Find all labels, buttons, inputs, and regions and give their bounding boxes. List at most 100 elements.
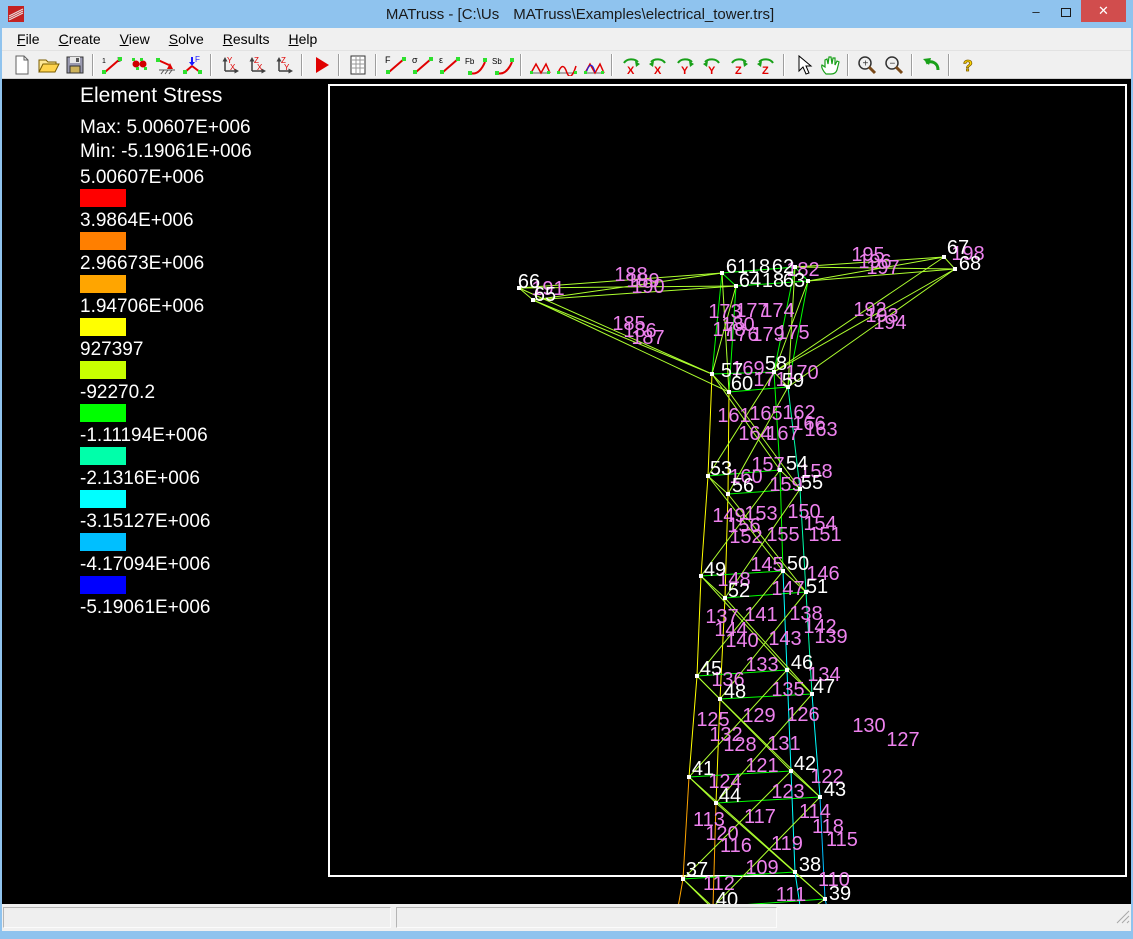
- toolbar-separator: [911, 54, 913, 76]
- resize-grip[interactable]: [1116, 910, 1130, 929]
- legend-color-swatch: [80, 232, 126, 250]
- menu-solve[interactable]: Solve: [162, 29, 211, 49]
- save-file-button[interactable]: [61, 53, 88, 77]
- rotate-z-ccw-icon: Z: [754, 54, 778, 76]
- menu-view[interactable]: View: [113, 29, 157, 49]
- svg-text:?: ?: [963, 58, 973, 75]
- status-pane-1: [3, 907, 391, 928]
- result-force-button[interactable]: F: [381, 53, 408, 77]
- create-support-button[interactable]: [152, 53, 179, 77]
- toolbar-separator: [520, 54, 522, 76]
- solve-button[interactable]: [307, 53, 334, 77]
- show-both-button[interactable]: [580, 53, 607, 77]
- svg-text:X: X: [627, 65, 635, 76]
- node-dot: [823, 897, 827, 901]
- legend-color-swatch: [80, 404, 126, 422]
- zoom-out-button[interactable]: −: [880, 53, 907, 77]
- rotate-y-cw-button[interactable]: Y: [671, 53, 698, 77]
- open-file-button[interactable]: [34, 53, 61, 77]
- show-deformed-icon: [555, 54, 579, 76]
- rotate-y-cw-icon: Y: [673, 54, 697, 76]
- legend-value: -92270.2: [80, 383, 330, 403]
- view-zx-button[interactable]: ZX: [243, 53, 270, 77]
- minimize-button[interactable]: –: [1021, 0, 1051, 22]
- svg-text:X: X: [257, 63, 263, 72]
- toolbar-separator: [611, 54, 613, 76]
- create-node-button[interactable]: [125, 53, 152, 77]
- legend-color-swatch: [80, 275, 126, 293]
- legend-value: -1.11194E+006: [80, 426, 330, 446]
- rotate-x-cw-icon: X: [619, 54, 643, 76]
- view-zy-button[interactable]: ZY: [270, 53, 297, 77]
- window-title-right: MATruss\Examples\electrical_tower.trs]: [513, 6, 774, 23]
- rotate-x-cw-button[interactable]: X: [617, 53, 644, 77]
- window-title-left: MATruss - [C:\Us: [386, 6, 499, 23]
- rotate-z-cw-button[interactable]: Z: [725, 53, 752, 77]
- result-buckling-s-button[interactable]: Sb: [489, 53, 516, 77]
- legend-max: Max: 5.00607E+006: [80, 116, 330, 140]
- svg-text:Y: Y: [708, 65, 716, 76]
- help-icon: ?: [957, 54, 979, 76]
- result-buckling-f-icon: Fb: [464, 54, 488, 76]
- result-strain-button[interactable]: ε: [435, 53, 462, 77]
- undo-button[interactable]: [917, 53, 944, 77]
- view-yx-button[interactable]: YX: [216, 53, 243, 77]
- menu-file[interactable]: File: [10, 29, 47, 49]
- toolbar: 12FYXZXZYFσεFbSbXXYYZZ+−?: [2, 51, 1131, 79]
- title-bar: MATruss - [C:\Us MATruss\Examples\electr…: [0, 0, 1133, 28]
- window-frame-bottom: [0, 931, 1133, 939]
- help-button[interactable]: ?: [954, 53, 981, 77]
- create-load-button[interactable]: F: [179, 53, 206, 77]
- select-button[interactable]: [789, 53, 816, 77]
- client-area: Element Stress Max: 5.00607E+006 Min: -5…: [2, 79, 1131, 904]
- zoom-in-button[interactable]: +: [853, 53, 880, 77]
- legend-value: 927397: [80, 340, 330, 360]
- rotate-z-ccw-button[interactable]: Z: [752, 53, 779, 77]
- svg-text:X: X: [230, 63, 236, 72]
- pan-button[interactable]: [816, 53, 843, 77]
- create-node-icon: [127, 54, 151, 76]
- legend-color-swatch: [80, 533, 126, 551]
- maximize-button[interactable]: [1051, 0, 1081, 22]
- toolbar-separator: [210, 54, 212, 76]
- rotate-z-cw-icon: Z: [727, 54, 751, 76]
- zoom-out-icon: −: [882, 54, 906, 76]
- select-icon: [793, 54, 813, 76]
- close-button[interactable]: ✕: [1081, 0, 1126, 22]
- svg-text:F: F: [195, 55, 200, 64]
- legend-value: -5.19061E+006: [80, 598, 330, 618]
- drawing-viewport[interactable]: [328, 84, 1127, 877]
- svg-text:ε: ε: [439, 55, 443, 65]
- menu-help[interactable]: Help: [281, 29, 324, 49]
- legend-value: -4.17094E+006: [80, 555, 330, 575]
- create-support-icon: [154, 54, 178, 76]
- show-undeformed-button[interactable]: [526, 53, 553, 77]
- result-buckling-f-button[interactable]: Fb: [462, 53, 489, 77]
- legend-color-swatch: [80, 576, 126, 594]
- node-label: 39: [829, 883, 851, 905]
- menu-results[interactable]: Results: [216, 29, 277, 49]
- svg-text:σ: σ: [412, 55, 418, 65]
- rotate-y-ccw-button[interactable]: Y: [698, 53, 725, 77]
- create-element-button[interactable]: 12: [98, 53, 125, 77]
- status-pane-2: [396, 907, 777, 928]
- element-label: 111: [776, 884, 806, 906]
- data-table-icon: [347, 54, 369, 76]
- view-yx-icon: YX: [218, 54, 242, 76]
- new-file-button[interactable]: [7, 53, 34, 77]
- svg-text:F: F: [385, 55, 391, 65]
- window-controls: – ✕: [1021, 0, 1126, 22]
- menu-create[interactable]: Create: [52, 29, 108, 49]
- legend-color-swatch: [80, 318, 126, 336]
- result-stress-button[interactable]: σ: [408, 53, 435, 77]
- save-file-icon: [64, 54, 86, 76]
- svg-text:Sb: Sb: [492, 57, 502, 66]
- svg-text:Fb: Fb: [465, 57, 475, 66]
- data-table-button[interactable]: [344, 53, 371, 77]
- legend-value: 3.9864E+006: [80, 211, 330, 231]
- rotate-x-ccw-icon: X: [646, 54, 670, 76]
- rotate-x-ccw-button[interactable]: X: [644, 53, 671, 77]
- show-deformed-button[interactable]: [553, 53, 580, 77]
- toolbar-separator: [783, 54, 785, 76]
- legend-entries: 5.00607E+0063.9864E+0062.96673E+0061.947…: [80, 168, 330, 618]
